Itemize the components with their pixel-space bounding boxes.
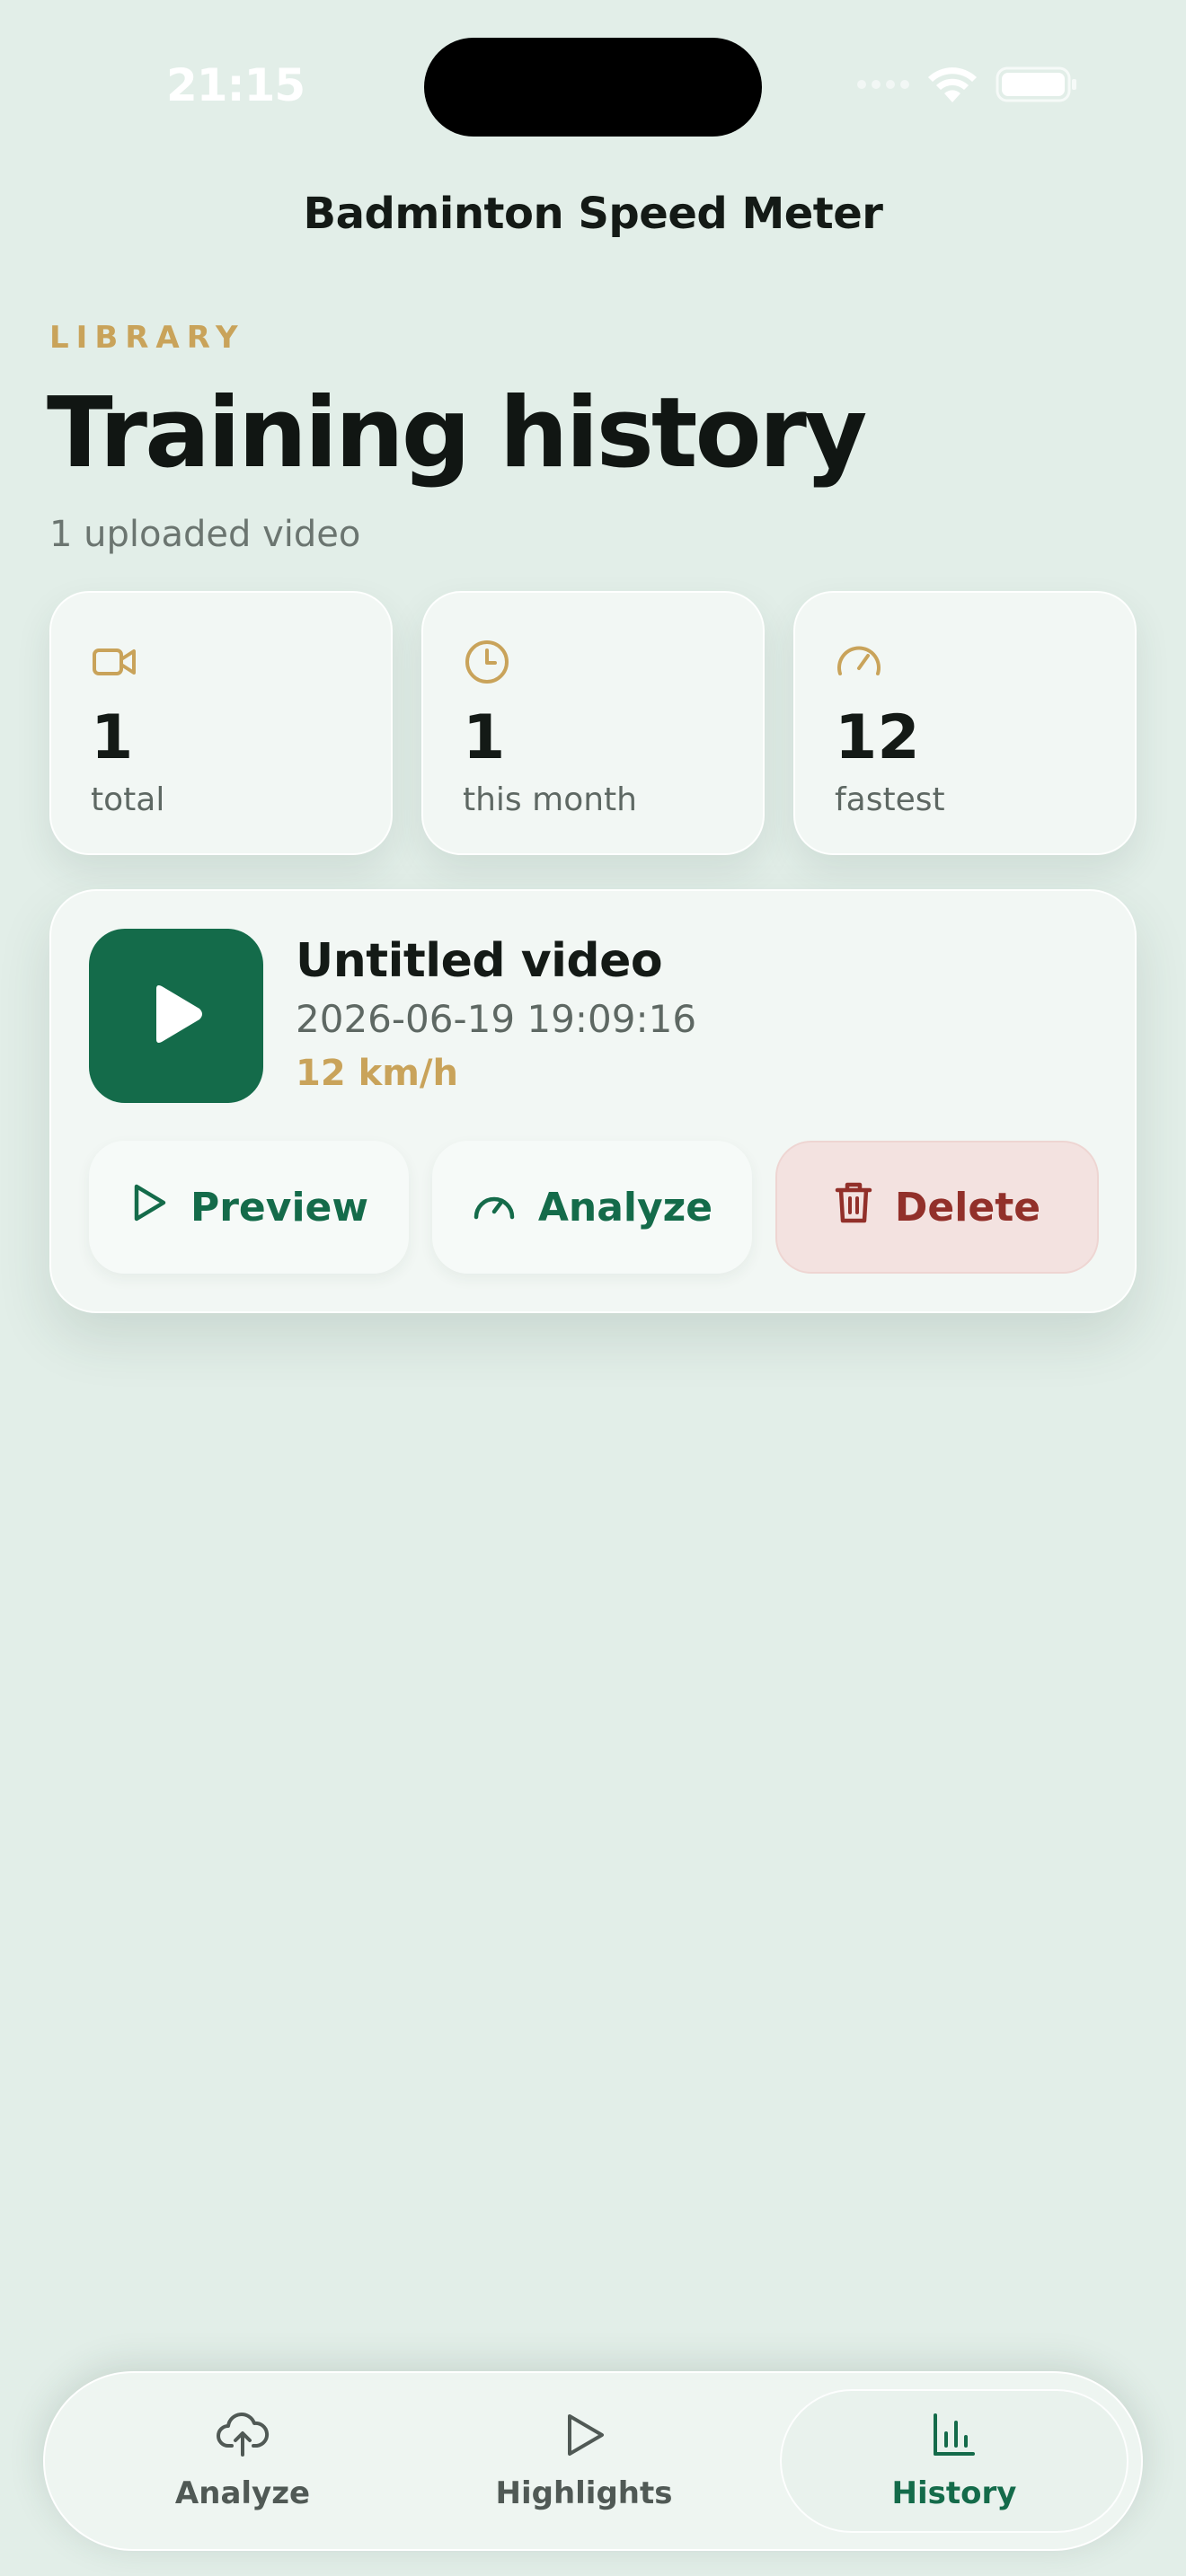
clock-icon [463,638,511,686]
tab-label: History [891,2475,1017,2511]
video-speed: 12 km/h [296,1053,458,1094]
preview-button[interactable]: Preview [89,1141,409,1274]
battery-icon [996,65,1078,104]
stat-card-total: 1 total [49,591,393,855]
speedometer-icon [472,1183,517,1232]
tab-history[interactable]: History [780,2389,1128,2533]
speedometer-icon [835,638,883,686]
tab-label: Analyze [174,2475,311,2511]
tab-analyze[interactable]: Analyze [72,2389,413,2533]
tab-label: Highlights [495,2475,673,2511]
stat-value: 12 [835,702,920,773]
wifi-icon [925,65,979,104]
trash-icon [834,1180,873,1235]
video-date: 2026-06-19 19:09:16 [296,997,697,1041]
cloud-upload-icon [216,2412,270,2466]
stats-row: 1 total 1 this month 12 fastest [49,591,1137,855]
analyze-button[interactable]: Analyze [432,1141,752,1274]
video-card: Untitled video 2026-06-19 19:09:16 12 km… [49,889,1137,1313]
cellular-signal-icon [857,80,909,89]
section-eyebrow: LIBRARY [49,320,245,356]
video-thumbnail[interactable] [89,929,263,1103]
analyze-label: Analyze [537,1184,713,1231]
video-actions: Preview Analyze Delete [89,1141,1099,1274]
dynamic-island [424,38,762,137]
stat-value: 1 [91,702,134,773]
stat-label: total [91,781,165,818]
stat-card-fastest: 12 fastest [793,591,1137,855]
stat-label: fastest [835,781,945,818]
stat-value: 1 [463,702,506,773]
history-screen: 21:15 Badminton Speed Meter LIBRARY Trai… [0,0,1186,2576]
tab-highlights[interactable]: Highlights [413,2389,755,2533]
stat-card-this-month: 1 this month [421,591,765,855]
play-icon [561,2412,607,2466]
play-icon [147,982,205,1050]
play-outline-icon [129,1181,169,1234]
page-subtitle: 1 uploaded video [49,514,361,555]
video-title: Untitled video [296,934,663,988]
delete-label: Delete [894,1184,1041,1231]
app-title: Badminton Speed Meter [303,189,883,239]
bar-chart-icon [931,2412,978,2466]
stat-label: this month [463,781,637,818]
delete-button[interactable]: Delete [775,1141,1099,1274]
preview-label: Preview [190,1184,369,1231]
video-camera-icon [91,638,139,686]
page-title: Training history [47,377,867,490]
tab-bar: Analyze Highlights History [43,2371,1143,2551]
status-time: 21:15 [166,59,305,111]
status-indicators [857,65,1078,104]
